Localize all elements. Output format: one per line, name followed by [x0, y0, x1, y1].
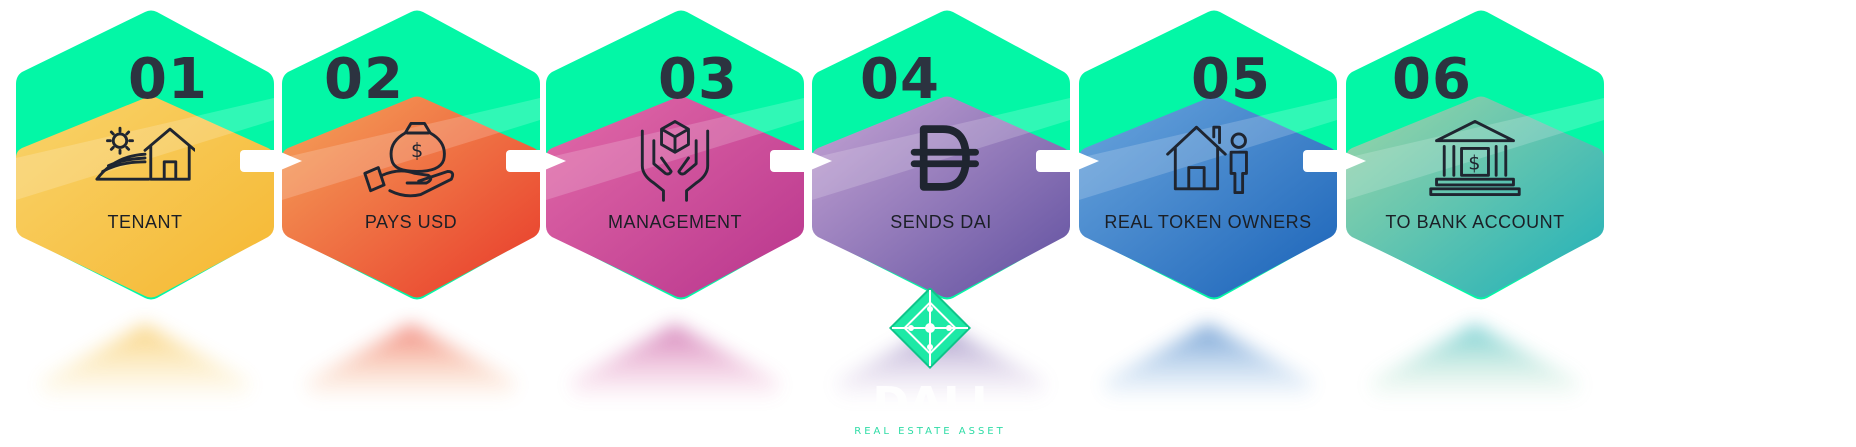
- step-reflection: [306, 324, 516, 398]
- dai-icon: [910, 125, 979, 191]
- svg-text:$: $: [411, 139, 423, 162]
- house-person-icon: [1166, 125, 1248, 195]
- step-03: 03 MANAGEMENT: [540, 0, 810, 447]
- step-number: 01: [128, 47, 208, 112]
- step-reflection: [570, 324, 780, 398]
- diamond-logo-icon: [888, 286, 972, 370]
- step-number: 06: [1392, 47, 1472, 112]
- step-02: 02 $ PAYS USD: [276, 0, 546, 447]
- house-farm-icon: [95, 126, 195, 181]
- step-reflection: [1370, 324, 1580, 398]
- step-reflection: [1103, 324, 1313, 398]
- step-number: 05: [1191, 47, 1271, 112]
- step-number: 03: [658, 47, 738, 112]
- step-label: REAL TOKEN OWNERS: [1104, 212, 1312, 232]
- svg-text:$: $: [1468, 152, 1480, 175]
- step-01: 01 TENANT: [10, 0, 280, 447]
- step-number: 04: [860, 47, 940, 112]
- step-label: SENDS DAI: [890, 212, 992, 232]
- bank-icon: $: [1429, 120, 1521, 196]
- step-reflection: [40, 324, 250, 398]
- step-label: TENANT: [107, 212, 183, 232]
- brand-logo: DALI REAL ESTATE ASSET: [850, 286, 1010, 443]
- step-05: 05 REAL TOKEN OWNERS: [1073, 0, 1343, 447]
- money-hand-icon: $: [363, 121, 455, 198]
- logo-subtitle: REAL ESTATE ASSET: [854, 426, 1006, 437]
- step-label: PAYS USD: [364, 212, 458, 232]
- logo-wordmark: DALI: [872, 378, 988, 429]
- step-label: TO BANK ACCOUNT: [1385, 212, 1565, 232]
- step-label: MANAGEMENT: [607, 212, 742, 232]
- step-06: 06 $ TO BANK ACCOUNT: [1340, 0, 1610, 447]
- box-hands-icon: [640, 120, 710, 202]
- step-number: 02: [324, 47, 404, 112]
